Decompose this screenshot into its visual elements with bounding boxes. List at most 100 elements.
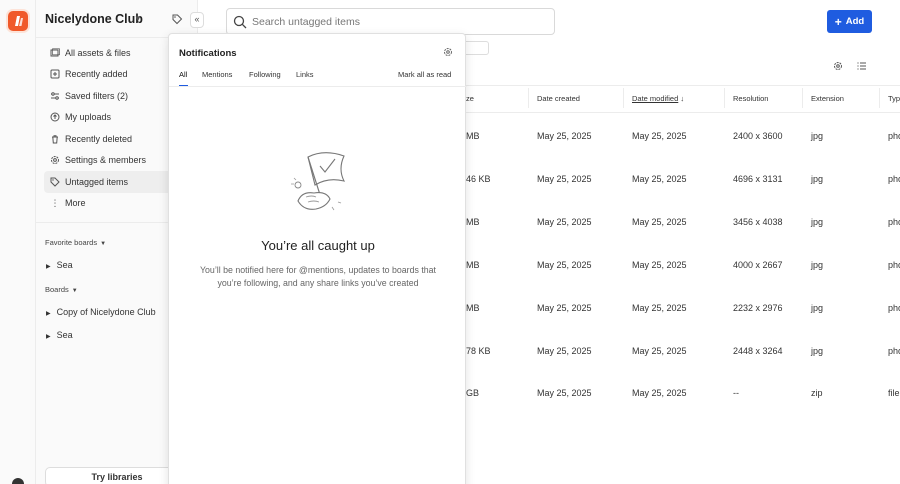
cell-date-modified: May 25, 2025 xyxy=(632,346,687,356)
cell-type: pho xyxy=(888,131,900,141)
cell-extension: jpg xyxy=(811,303,824,313)
trash-icon xyxy=(50,134,60,144)
board-item[interactable]: ▶ Sea xyxy=(46,330,73,340)
cell-resolution: 2448 x 3264 xyxy=(733,346,783,356)
search-icon xyxy=(233,15,247,29)
empty-state-description: You’ll be notified here for @mentions, u… xyxy=(199,265,436,288)
column-header-resolution[interactable]: Resolution xyxy=(733,94,768,103)
column-header-date-created[interactable]: Date created xyxy=(537,94,580,103)
divider xyxy=(169,86,467,87)
cell-date-modified: May 25, 2025 xyxy=(632,217,687,227)
cell-date-created: May 25, 2025 xyxy=(537,260,592,270)
board-item[interactable]: ▶ Copy of Nicelydone Club xyxy=(46,307,156,317)
sidebar-item-label: Settings & members xyxy=(65,155,147,166)
cell-date-modified: May 25, 2025 xyxy=(632,388,687,398)
tab-links[interactable]: Links xyxy=(296,70,314,79)
column-header-label: Date modified xyxy=(632,94,679,103)
boards-header[interactable]: Boards ▼ xyxy=(45,285,78,294)
tag-icon[interactable] xyxy=(168,10,186,28)
chevron-down-icon: ▼ xyxy=(71,288,78,294)
notifications-title: Notifications xyxy=(179,48,237,59)
cell-size: MB xyxy=(466,303,480,313)
cell-date-modified: May 25, 2025 xyxy=(632,260,687,270)
app-logo[interactable] xyxy=(8,11,28,31)
expand-icon[interactable]: ▶ xyxy=(46,311,51,317)
cell-resolution: 3456 x 4038 xyxy=(733,217,783,227)
cell-size: 78 KB xyxy=(466,346,491,356)
sidebar-item-label: My uploads xyxy=(65,112,112,123)
cell-date-created: May 25, 2025 xyxy=(537,217,592,227)
cell-date-created: May 25, 2025 xyxy=(537,174,592,184)
sidebar-item-label: More xyxy=(65,198,86,209)
more-vertical-icon: ⋮ xyxy=(50,197,60,208)
cell-type: pho xyxy=(888,303,900,313)
upload-icon xyxy=(50,112,60,122)
tab-all[interactable]: All xyxy=(179,70,187,79)
collapse-sidebar-button[interactable]: « xyxy=(190,12,204,28)
column-header-type[interactable]: Typ xyxy=(888,94,900,103)
cell-resolution: -- xyxy=(733,388,739,398)
expand-icon[interactable]: ▶ xyxy=(46,334,51,340)
favorite-board-item[interactable]: ▶ Sea xyxy=(46,260,73,270)
cell-date-created: May 25, 2025 xyxy=(537,388,592,398)
cell-date-modified: May 25, 2025 xyxy=(632,174,687,184)
settings-icon[interactable] xyxy=(833,61,843,74)
search-placeholder: Search untagged items xyxy=(252,16,360,28)
notifications-panel: Notifications All Mentions Following Lin… xyxy=(168,33,467,484)
sidebar-item-label: Recently deleted xyxy=(65,133,133,144)
boards-title: Boards xyxy=(45,285,69,294)
plus-square-icon xyxy=(50,69,60,79)
mark-all-read-link[interactable]: Mark all as read xyxy=(398,70,451,79)
cell-size: GB xyxy=(466,388,480,398)
workspace-name[interactable]: Nicelydone Club xyxy=(45,12,143,26)
cell-extension: jpg xyxy=(811,346,824,356)
add-button-label: Add xyxy=(845,16,865,27)
cell-resolution: 4000 x 2667 xyxy=(733,260,783,270)
empty-state-title: You’re all caught up xyxy=(261,238,375,253)
cell-size: MB xyxy=(466,260,480,270)
expand-icon[interactable]: ▶ xyxy=(46,264,51,270)
cell-date-created: May 25, 2025 xyxy=(537,131,592,141)
help-icon[interactable] xyxy=(12,478,24,484)
cell-resolution: 2232 x 2976 xyxy=(733,303,783,313)
cell-size: MB xyxy=(466,217,480,227)
cell-type: pho xyxy=(888,174,900,184)
cell-type: pho xyxy=(888,260,900,270)
list-view-icon[interactable] xyxy=(857,61,867,74)
column-divider xyxy=(623,88,624,108)
cell-resolution: 2400 x 3600 xyxy=(733,131,783,141)
cell-extension: jpg xyxy=(811,174,824,184)
cell-date-modified: May 25, 2025 xyxy=(632,131,687,141)
sidebar-item-label: Saved filters (2) xyxy=(65,90,129,101)
column-divider xyxy=(802,88,803,108)
column-header-date-modified[interactable]: Date modified ↓ xyxy=(632,94,684,103)
notification-settings-icon[interactable] xyxy=(443,47,453,59)
column-header-extension[interactable]: Extension xyxy=(811,94,844,103)
tab-mentions[interactable]: Mentions xyxy=(202,70,232,79)
images-icon xyxy=(50,48,60,58)
cell-size: 46 KB xyxy=(466,174,491,184)
cell-extension: zip xyxy=(811,388,823,398)
cell-size: MB xyxy=(466,131,480,141)
cell-type: pho xyxy=(888,217,900,227)
chevron-down-icon: ▼ xyxy=(100,241,107,247)
column-divider xyxy=(528,88,529,108)
cell-date-created: May 25, 2025 xyxy=(537,346,592,356)
tab-following[interactable]: Following xyxy=(249,70,281,79)
column-divider xyxy=(724,88,725,108)
search-input[interactable]: Search untagged items xyxy=(226,8,555,35)
sidebar-item-label: All assets & files xyxy=(65,47,131,58)
tag-icon xyxy=(50,177,60,187)
filter-icon xyxy=(50,91,60,101)
cell-date-created: May 25, 2025 xyxy=(537,303,592,313)
favorite-boards-header[interactable]: Favorite boards ▼ xyxy=(45,238,106,247)
add-button[interactable]: + Add xyxy=(827,10,872,33)
cell-resolution: 4696 x 3131 xyxy=(733,174,783,184)
flag-hand-illustration xyxy=(286,147,350,221)
column-divider xyxy=(879,88,880,108)
chevron-down-icon[interactable]: ▼ xyxy=(134,14,142,23)
cell-extension: jpg xyxy=(811,131,824,141)
column-header-size[interactable]: ze xyxy=(466,94,474,103)
board-label: Sea xyxy=(56,330,73,340)
cell-date-modified: May 25, 2025 xyxy=(632,303,687,313)
